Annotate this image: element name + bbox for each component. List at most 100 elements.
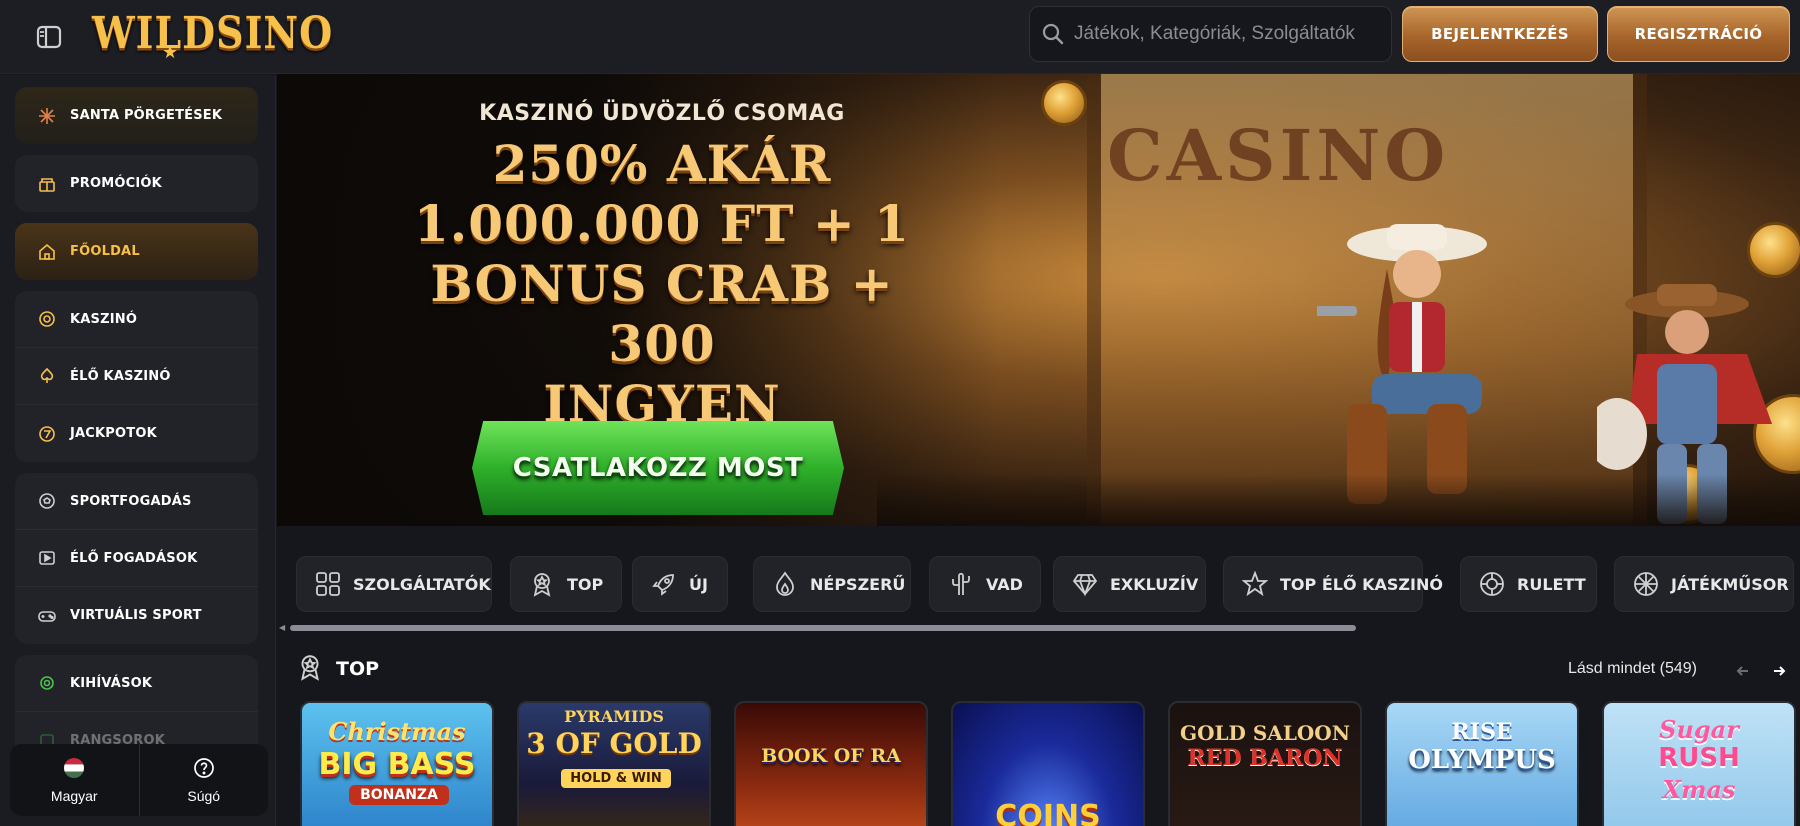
scrollbar-thumb[interactable]	[290, 625, 1356, 631]
home-icon	[37, 242, 57, 262]
category-label: SZOLGÁLTATÓK	[353, 574, 491, 594]
sidebar-item-label: ÉLŐ FOGADÁSOK	[70, 550, 198, 566]
sidebar-item-label: FŐOLDAL	[70, 244, 140, 259]
seven-icon	[37, 424, 57, 444]
sidebar-footer: Magyar Súgó	[10, 744, 268, 816]
category-popular[interactable]: NÉPSZERŰ	[753, 556, 911, 612]
prev-arrow-icon[interactable]	[1730, 658, 1756, 684]
coin-graphic	[1041, 80, 1087, 126]
game-tile-rise-of-olympus[interactable]: RISE OLYMPUS	[1385, 701, 1579, 826]
category-label: TOP ÉLŐ KASZINÓ	[1280, 574, 1443, 594]
banner-title-line: 250% AKÁR	[492, 134, 832, 193]
sidebar-group-casino: KASZINÓ ÉLŐ KASZINÓ JACKPOTOK	[15, 291, 258, 462]
top-bar: WILDSINO ★ BEJELENTKEZÉS REGISZTRÁCIÓ	[0, 0, 1800, 74]
sidebar-item-challenges[interactable]: KIHÍVÁSOK	[15, 655, 258, 712]
game-tile-text: Xmas	[1662, 775, 1736, 804]
sidebar-item-live-betting[interactable]: ÉLŐ FOGADÁSOK	[15, 530, 258, 587]
cactus-icon	[948, 571, 974, 597]
search-input[interactable]	[1074, 23, 1374, 45]
category-scrollbar[interactable]	[290, 625, 1760, 631]
game-tile-text: RUSH	[1658, 743, 1740, 773]
banner-floor-shadow	[877, 474, 1800, 526]
category-label: RULETT	[1517, 574, 1586, 594]
sidebar-item-virtual-sports[interactable]: VIRTUÁLIS SPORT	[15, 587, 258, 644]
sidebar-item-jackpots[interactable]: JACKPOTOK	[15, 405, 258, 462]
language-selector[interactable]: Magyar	[10, 744, 140, 816]
sidebar-item-live-casino[interactable]: ÉLŐ KASZINÓ	[15, 348, 258, 405]
star-icon	[1242, 571, 1268, 597]
sidebar-item-label: SPORTFOGADÁS	[70, 493, 192, 509]
game-tile-gold-saloon-red-baron[interactable]: GOLD SALOON RED BARON	[1168, 701, 1362, 826]
casino-chip-icon	[37, 309, 57, 329]
promo-banner[interactable]: CASINO KASZINÓ ÜDVÖZLŐ CSOMAG 250% AKÁR …	[277, 74, 1800, 526]
category-label: VAD	[986, 574, 1023, 594]
logo-star-icon: ★	[162, 42, 179, 62]
sidebar-group-home: FŐOLDAL	[15, 223, 258, 280]
next-arrow-icon[interactable]	[1766, 658, 1792, 684]
join-now-button[interactable]: CSATLAKOZZ MOST	[472, 421, 844, 515]
category-label: NÉPSZERŰ	[810, 574, 906, 594]
category-label: ÚJ	[689, 574, 708, 594]
category-wild[interactable]: VAD	[929, 556, 1041, 612]
game-tile-3-pyramids-of-gold[interactable]: PYRAMIDS 3 OF GOLD HOLD & WIN	[517, 701, 711, 826]
see-all-link[interactable]: Lásd mindet (549)	[1568, 660, 1697, 678]
game-tile-text: Christmas	[328, 717, 466, 746]
game-tile-text: RISE	[1451, 719, 1513, 745]
language-label: Magyar	[50, 787, 98, 804]
sidebar-item-label: VIRTUÁLIS SPORT	[70, 608, 202, 623]
grid-icon	[315, 571, 341, 597]
game-tile-sugar-rush-xmas[interactable]: Sugar RUSH Xmas	[1602, 701, 1796, 826]
game-tile-text: 3 OF GOLD	[526, 727, 702, 760]
category-providers[interactable]: SZOLGÁLTATÓK	[296, 556, 492, 612]
sidebar-item-label: JACKPOTOK	[70, 426, 157, 441]
sidebar-item-santa-spins[interactable]: SANTA PÖRGETÉSEK	[15, 87, 258, 144]
game-tile-text: HOLD & WIN	[561, 769, 671, 788]
logo-text: WILDSINO	[92, 6, 334, 59]
diamond-icon	[1072, 571, 1098, 597]
sidebar-group-sports: SPORTFOGADÁS ÉLŐ FOGADÁSOK VIRTUÁLIS SPO…	[15, 473, 258, 644]
sidebar-toggle-icon[interactable]	[34, 22, 64, 52]
category-top-live-casino[interactable]: TOP ÉLŐ KASZINÓ	[1223, 556, 1443, 612]
sidebar-item-label: KASZINÓ	[70, 311, 138, 327]
game-tile-coins[interactable]: COINS	[951, 701, 1145, 826]
category-top[interactable]: TOP	[510, 556, 622, 612]
category-new[interactable]: ÚJ	[632, 556, 728, 612]
search-box[interactable]	[1029, 6, 1392, 62]
category-bar: SZOLGÁLTATÓK TOP ÚJ NÉPSZERŰ VAD EXKLUZÍ…	[290, 556, 1800, 618]
sidebar-item-promotions[interactable]: PROMÓCIÓK	[15, 155, 258, 212]
login-button[interactable]: BEJELENTKEZÉS	[1402, 6, 1598, 62]
sidebar-item-home[interactable]: FŐOLDAL	[15, 223, 258, 280]
game-tile-text: PYRAMIDS	[564, 707, 664, 726]
coin-graphic	[1747, 222, 1800, 278]
gamepad-icon	[37, 606, 57, 626]
category-exclusive[interactable]: EXKLUZÍV	[1053, 556, 1206, 612]
sidebar-item-label: KIHÍVÁSOK	[70, 675, 153, 691]
soccer-ball-icon	[37, 491, 57, 511]
hungary-flag-icon	[63, 757, 85, 782]
roulette-icon	[1479, 571, 1505, 597]
rocket-icon	[651, 571, 677, 597]
sidebar-item-casino[interactable]: KASZINÓ	[15, 291, 258, 348]
badge-icon	[37, 673, 57, 693]
logo[interactable]: WILDSINO ★	[92, 7, 332, 64]
scroll-left-arrow-icon[interactable]: ◀	[279, 623, 287, 633]
help-button[interactable]: Súgó	[140, 744, 269, 816]
register-button[interactable]: REGISZTRÁCIÓ	[1607, 6, 1790, 62]
snowflake-icon	[37, 106, 57, 126]
sidebar-group-promotions: PROMÓCIÓK	[15, 155, 258, 212]
gift-icon	[37, 174, 57, 194]
game-tile-text: OLYMPUS	[1408, 745, 1556, 775]
category-label: TOP	[567, 574, 604, 594]
category-label: JÁTÉKMŰSOR	[1671, 574, 1789, 594]
banner-subtitle: KASZINÓ ÜDVÖZLŐ CSOMAG	[479, 101, 845, 126]
game-tile-book-of-ra[interactable]: BOOK OF RA	[734, 701, 928, 826]
award-icon	[529, 571, 555, 597]
game-tile-text: BIG BASS	[318, 747, 476, 782]
sidebar-item-sportsbook[interactable]: SPORTFOGADÁS	[15, 473, 258, 530]
game-tile-christmas-big-bass[interactable]: Christmas BIG BASS BONANZA	[300, 701, 494, 826]
flame-icon	[772, 571, 798, 597]
category-game-shows[interactable]: JÁTÉKMŰSOR	[1614, 556, 1794, 612]
category-roulette[interactable]: RULETT	[1460, 556, 1597, 612]
wheel-icon	[1633, 571, 1659, 597]
award-icon	[296, 653, 324, 686]
